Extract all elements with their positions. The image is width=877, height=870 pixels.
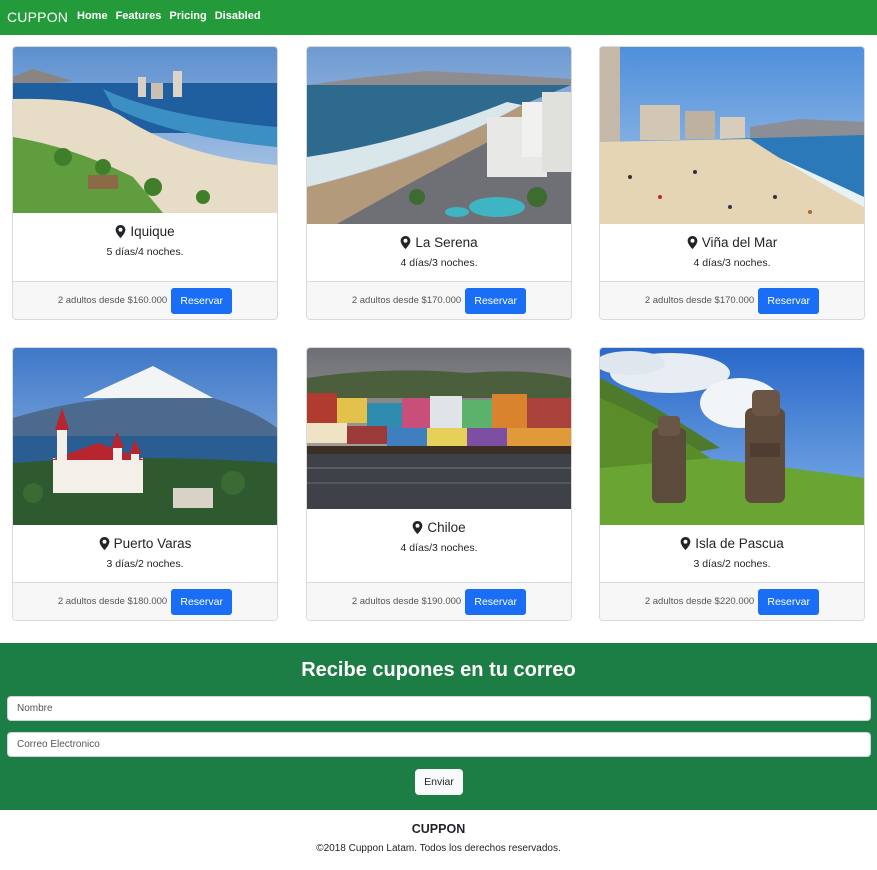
reservar-button[interactable]: Reservar [171, 287, 233, 314]
destination-image-iquique [13, 47, 277, 213]
card-duration: 4 días/3 noches. [400, 257, 478, 269]
destination-image-vina-del-mar [600, 47, 864, 224]
card-price: 2 adultos desde $180.000 [57, 596, 168, 607]
footer-brand: CUPPON [411, 822, 466, 836]
card-footer: 2 adultos desde $180.000 Reservar [13, 582, 277, 620]
enviar-button[interactable]: Enviar [415, 769, 463, 795]
card-title: Puerto Varas [13, 536, 277, 551]
copyright-text: ©2018 Cuppon Latam. Todos los derechos r… [316, 843, 561, 854]
card-footer: 2 adultos desde $190.000 Reservar [307, 582, 571, 620]
destination-card-isla-de-pascua: Isla de Pascua 3 días/2 noches. 2 adulto… [599, 347, 865, 621]
name-input[interactable] [7, 696, 871, 721]
card-title-text: Viña del Mar [701, 235, 778, 250]
map-marker-icon [687, 236, 698, 249]
card-price: 2 adultos desde $170.000 [351, 295, 462, 306]
card-body: Puerto Varas 3 días/2 noches. [13, 536, 277, 570]
card-body: Iquique 5 días/4 noches. [13, 224, 277, 258]
card-price: 2 adultos desde $190.000 [351, 596, 462, 607]
card-duration: 3 días/2 noches. [106, 558, 184, 570]
card-title-text: Iquique [130, 224, 175, 239]
destination-image-isla-de-pascua [600, 348, 864, 525]
destination-card-iquique: Iquique 5 días/4 noches. 2 adultos desde… [12, 46, 278, 320]
card-title: Chiloe [307, 520, 571, 535]
reservar-button[interactable]: Reservar [465, 588, 527, 615]
card-footer: 2 adultos desde $160.000 Reservar [13, 281, 277, 319]
nav-link-pricing[interactable]: Pricing [169, 10, 206, 22]
card-title-text: Puerto Varas [113, 536, 192, 551]
card-price: 2 adultos desde $220.000 [644, 596, 755, 607]
card-footer: 2 adultos desde $170.000 Reservar [600, 281, 864, 319]
card-title-text: La Serena [415, 235, 478, 250]
site-footer: CUPPON ©2018 Cuppon Latam. Todos los der… [0, 810, 877, 870]
card-footer: 2 adultos desde $220.000 Reservar [600, 582, 864, 620]
reservar-button[interactable]: Reservar [758, 287, 820, 314]
card-title: Iquique [13, 224, 277, 239]
card-title: La Serena [307, 235, 571, 250]
card-title: Viña del Mar [600, 235, 864, 250]
destination-card-chiloe: Chiloe 4 días/3 noches. 2 adultos desde … [306, 347, 572, 621]
email-input[interactable] [7, 732, 871, 757]
destination-image-chiloe [307, 348, 571, 509]
reservar-button[interactable]: Reservar [465, 287, 527, 314]
card-duration: 4 días/3 noches. [400, 542, 478, 554]
map-marker-icon [412, 521, 423, 534]
navbar-brand[interactable]: CUPPON [7, 9, 68, 25]
card-duration: 4 días/3 noches. [693, 257, 771, 269]
destination-card-puerto-varas: Puerto Varas 3 días/2 noches. 2 adultos … [12, 347, 278, 621]
card-body: Chiloe 4 días/3 noches. [307, 520, 571, 554]
map-marker-icon [115, 225, 126, 238]
card-title-text: Chiloe [427, 520, 466, 535]
card-body: Isla de Pascua 3 días/2 noches. [600, 536, 864, 570]
card-body: Viña del Mar 4 días/3 noches. [600, 235, 864, 269]
destination-image-puerto-varas [13, 348, 277, 525]
destination-image-la-serena [307, 47, 571, 224]
card-price: 2 adultos desde $160.000 [57, 295, 168, 306]
reservar-button[interactable]: Reservar [758, 588, 820, 615]
nav-links: Home Features Pricing Disabled [77, 10, 261, 22]
destination-card-la-serena: La Serena 4 días/3 noches. 2 adultos des… [306, 46, 572, 320]
nav-link-home[interactable]: Home [77, 10, 108, 22]
destination-card-vina-del-mar: Viña del Mar 4 días/3 noches. 2 adultos … [599, 46, 865, 320]
newsletter-title: Recibe cupones en tu correo [301, 659, 576, 681]
card-body: La Serena 4 días/3 noches. [307, 235, 571, 269]
map-marker-icon [680, 537, 691, 550]
nav-link-disabled: Disabled [214, 10, 261, 22]
map-marker-icon [400, 236, 411, 249]
reservar-button[interactable]: Reservar [171, 588, 233, 615]
nav-link-features[interactable]: Features [116, 10, 162, 22]
navbar: CUPPON Home Features Pricing Disabled [0, 0, 877, 35]
card-duration: 3 días/2 noches. [693, 558, 771, 570]
card-price: 2 adultos desde $170.000 [644, 295, 755, 306]
card-title-text: Isla de Pascua [695, 536, 784, 551]
card-footer: 2 adultos desde $170.000 Reservar [307, 281, 571, 319]
card-title: Isla de Pascua [600, 536, 864, 551]
newsletter-section: Recibe cupones en tu correo Enviar [0, 643, 877, 810]
map-marker-icon [99, 537, 109, 550]
card-duration: 5 días/4 noches. [106, 246, 184, 258]
